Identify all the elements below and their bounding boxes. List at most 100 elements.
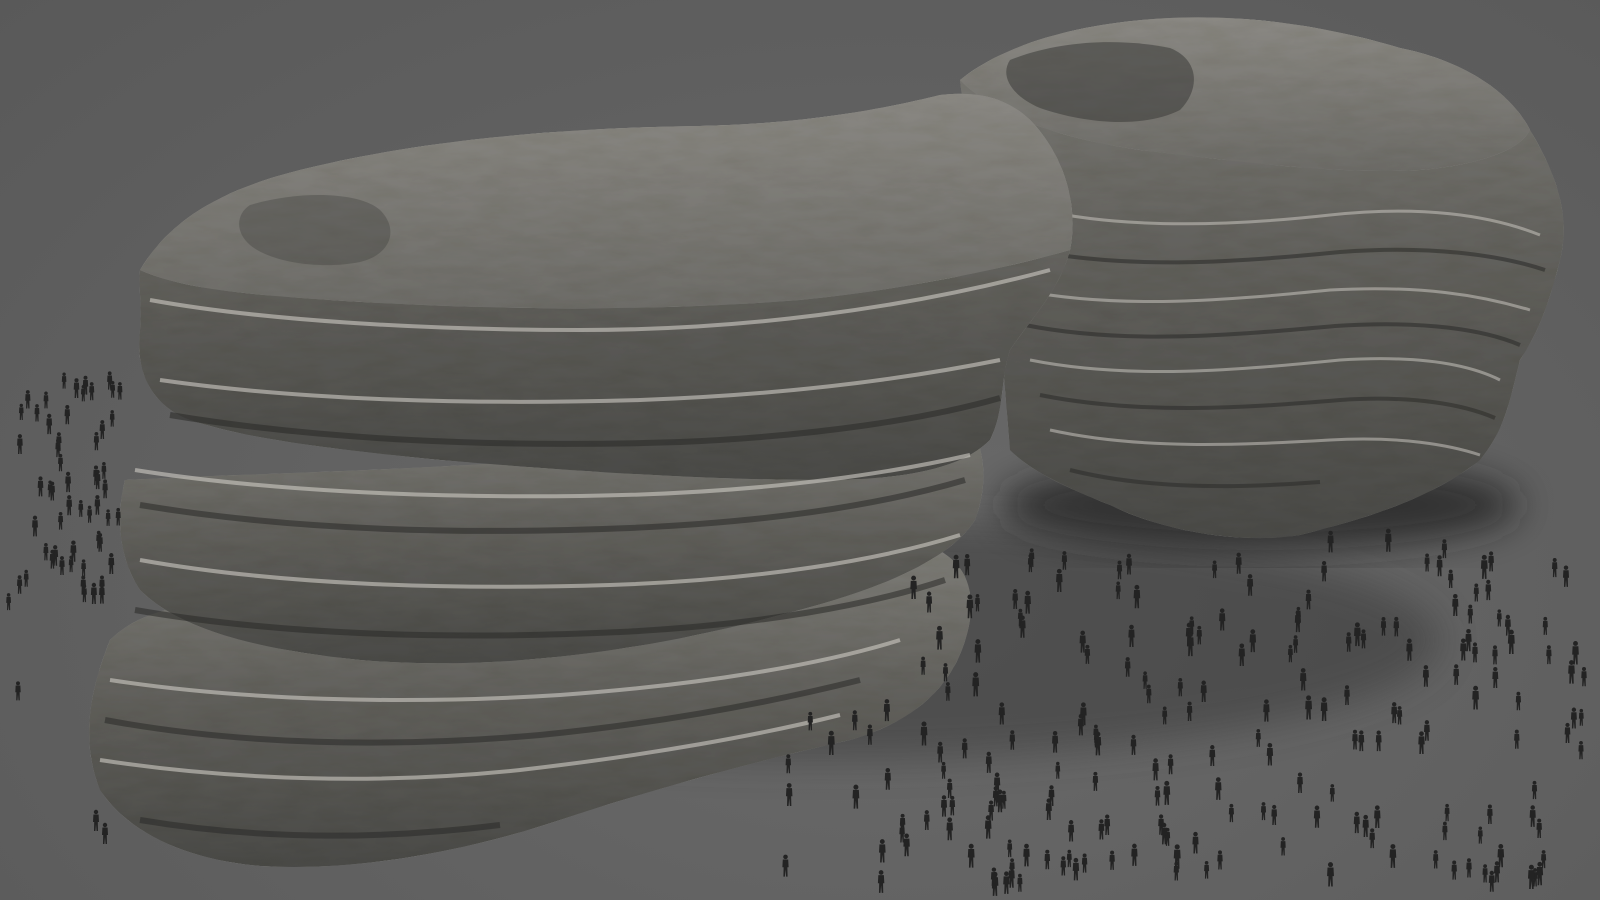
person-silhouette-icon bbox=[17, 434, 23, 455]
person-silhouette-icon bbox=[1396, 706, 1403, 725]
rock-scene-svg bbox=[6, 17, 1587, 896]
person-silhouette-icon bbox=[59, 556, 65, 575]
person-silhouette-icon bbox=[1448, 569, 1454, 589]
person-silhouette-icon bbox=[1465, 628, 1472, 652]
person-silhouette-icon bbox=[1473, 583, 1479, 602]
person-silhouette-icon bbox=[1472, 642, 1478, 663]
person-silhouette-icon bbox=[1578, 708, 1584, 726]
person-silhouette-icon bbox=[58, 511, 64, 530]
person-silhouette-icon bbox=[1467, 604, 1473, 624]
person-silhouette-icon bbox=[65, 471, 71, 493]
person-silhouette-icon bbox=[1436, 555, 1443, 577]
person-silhouette-icon bbox=[1362, 814, 1369, 837]
person-silhouette-icon bbox=[1492, 666, 1499, 688]
person-silhouette-icon bbox=[16, 575, 23, 594]
person-silhouette-icon bbox=[1167, 754, 1174, 775]
person-silhouette-icon bbox=[1192, 831, 1199, 854]
person-silhouette-icon bbox=[43, 543, 49, 561]
person-silhouette-icon bbox=[1389, 844, 1397, 868]
person-silhouette-icon bbox=[61, 372, 67, 389]
person-silhouette-icon bbox=[1564, 722, 1571, 743]
person-silhouette-icon bbox=[1228, 803, 1234, 823]
person-silhouette-icon bbox=[23, 569, 29, 587]
person-silhouette-icon bbox=[1444, 803, 1450, 822]
person-silhouette-icon bbox=[1422, 665, 1429, 687]
person-silhouette-icon bbox=[1271, 804, 1278, 825]
person-silhouette-icon bbox=[1297, 772, 1303, 794]
person-silhouette-icon bbox=[1487, 804, 1493, 825]
person-silhouette-icon bbox=[1488, 870, 1495, 892]
person-silhouette-icon bbox=[1536, 818, 1542, 838]
person-silhouette-icon bbox=[64, 404, 71, 425]
person-silhouette-icon bbox=[1358, 730, 1365, 752]
person-silhouette-icon bbox=[1255, 729, 1261, 747]
person-silhouette-icon bbox=[1542, 616, 1548, 635]
person-silhouette-icon bbox=[66, 495, 73, 516]
person-silhouette-icon bbox=[1578, 741, 1584, 760]
person-silhouette-icon bbox=[1531, 780, 1538, 800]
person-silhouette-icon bbox=[1217, 850, 1223, 870]
person-silhouette-icon bbox=[1496, 609, 1502, 627]
person-silhouette-icon bbox=[1092, 771, 1099, 791]
person-silhouette-icon bbox=[1466, 858, 1472, 878]
person-silhouette-icon bbox=[1154, 785, 1161, 806]
person-silhouette-icon bbox=[1260, 802, 1267, 821]
person-silhouette-icon bbox=[1209, 745, 1216, 767]
person-silhouette-icon bbox=[1104, 814, 1111, 836]
person-silhouette-icon bbox=[1562, 565, 1570, 587]
person-silhouette-icon bbox=[1152, 758, 1159, 781]
person-silhouette-icon bbox=[1442, 821, 1448, 841]
person-silhouette-icon bbox=[1482, 864, 1488, 883]
person-silhouette-icon bbox=[25, 390, 31, 409]
person-silhouette-icon bbox=[73, 378, 80, 398]
person-silhouette-icon bbox=[1433, 850, 1439, 869]
person-silhouette-icon bbox=[1460, 638, 1467, 661]
person-silhouette-icon bbox=[1280, 837, 1286, 856]
person-silhouette-icon bbox=[1327, 862, 1334, 887]
person-silhouette-icon bbox=[1352, 729, 1358, 750]
person-silhouette-icon bbox=[1313, 805, 1321, 828]
person-silhouette-icon bbox=[1163, 780, 1171, 805]
person-silhouette-icon bbox=[1546, 645, 1552, 665]
person-silhouette-icon bbox=[1477, 826, 1483, 844]
person-silhouette-icon bbox=[43, 391, 49, 409]
person-silhouette-icon bbox=[1480, 554, 1488, 579]
person-silhouette-icon bbox=[46, 413, 53, 435]
person-silhouette-icon bbox=[1529, 805, 1536, 827]
person-silhouette-icon bbox=[1492, 645, 1498, 665]
person-silhouette-icon bbox=[15, 681, 21, 701]
person-silhouette-icon bbox=[1329, 784, 1335, 802]
person-silhouette-icon bbox=[1514, 729, 1520, 749]
person-silhouette-icon bbox=[1472, 685, 1479, 710]
render-viewport bbox=[0, 0, 1600, 900]
person-silhouette-icon bbox=[1215, 777, 1222, 800]
rock-left-mass bbox=[89, 93, 1073, 867]
person-silhouette-icon bbox=[18, 403, 24, 421]
person-silhouette-icon bbox=[1424, 553, 1430, 572]
person-silhouette-icon bbox=[1570, 707, 1577, 729]
person-silhouette-icon bbox=[1452, 593, 1459, 617]
person-silhouette-icon bbox=[1453, 664, 1460, 685]
person-silhouette-icon bbox=[1581, 666, 1587, 687]
person-silhouette-icon bbox=[1418, 731, 1425, 755]
person-silhouette-icon bbox=[1374, 805, 1381, 829]
person-silhouette-icon bbox=[1081, 853, 1088, 873]
person-silhouette-icon bbox=[1391, 702, 1398, 724]
person-silhouette-icon bbox=[34, 404, 40, 422]
person-silhouette-icon bbox=[1375, 730, 1382, 752]
person-silhouette-icon bbox=[1515, 691, 1522, 711]
person-silhouette-icon bbox=[1109, 850, 1115, 870]
person-silhouette-icon bbox=[1098, 819, 1105, 840]
person-silhouette-icon bbox=[1552, 558, 1558, 578]
person-silhouette-icon bbox=[37, 476, 44, 497]
person-silhouette-icon bbox=[1488, 551, 1494, 572]
person-silhouette-icon bbox=[32, 515, 38, 537]
person-silhouette-icon bbox=[6, 593, 11, 611]
person-silhouette-icon bbox=[1423, 720, 1430, 741]
person-silhouette-icon bbox=[1485, 579, 1492, 601]
person-silhouette-icon bbox=[1369, 828, 1375, 849]
person-silhouette-icon bbox=[1204, 860, 1210, 879]
person-silhouette-icon bbox=[1451, 860, 1457, 880]
person-silhouette-icon bbox=[1131, 843, 1138, 866]
person-silhouette-icon bbox=[1266, 742, 1274, 766]
